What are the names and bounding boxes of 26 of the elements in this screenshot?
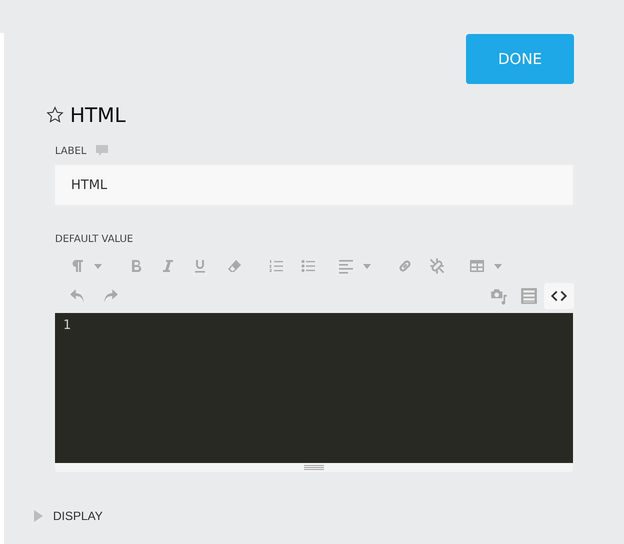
code-button[interactable] <box>544 283 574 309</box>
code-editor[interactable]: 1 <box>55 313 573 463</box>
comment-icon[interactable] <box>96 145 108 157</box>
field-label: DEFAULT VALUE <box>55 234 134 245</box>
resize-handle[interactable] <box>55 463 573 472</box>
underline-icon <box>192 258 208 274</box>
bullet-list-icon <box>300 258 316 274</box>
list-view-icon <box>520 287 538 305</box>
label-input[interactable]: HTML <box>55 165 573 205</box>
caret-icon <box>94 264 102 268</box>
section-toggle[interactable]: DISPLAY <box>34 509 103 523</box>
align-icon <box>338 258 354 274</box>
media-icon <box>490 287 508 305</box>
link-icon <box>397 258 413 274</box>
triangle-icon <box>34 510 43 522</box>
line-number: 1 <box>63 318 71 333</box>
caret-icon <box>363 264 371 268</box>
field-label: LABEL <box>55 146 86 156</box>
eraser-icon <box>226 258 242 274</box>
ordered-list-icon <box>268 258 284 274</box>
unlink-icon <box>429 258 445 274</box>
caret-icon <box>494 264 502 268</box>
table-icon <box>469 258 485 274</box>
field-title: HTML <box>70 103 126 127</box>
italic-icon <box>160 258 176 274</box>
star-icon[interactable] <box>46 106 64 124</box>
